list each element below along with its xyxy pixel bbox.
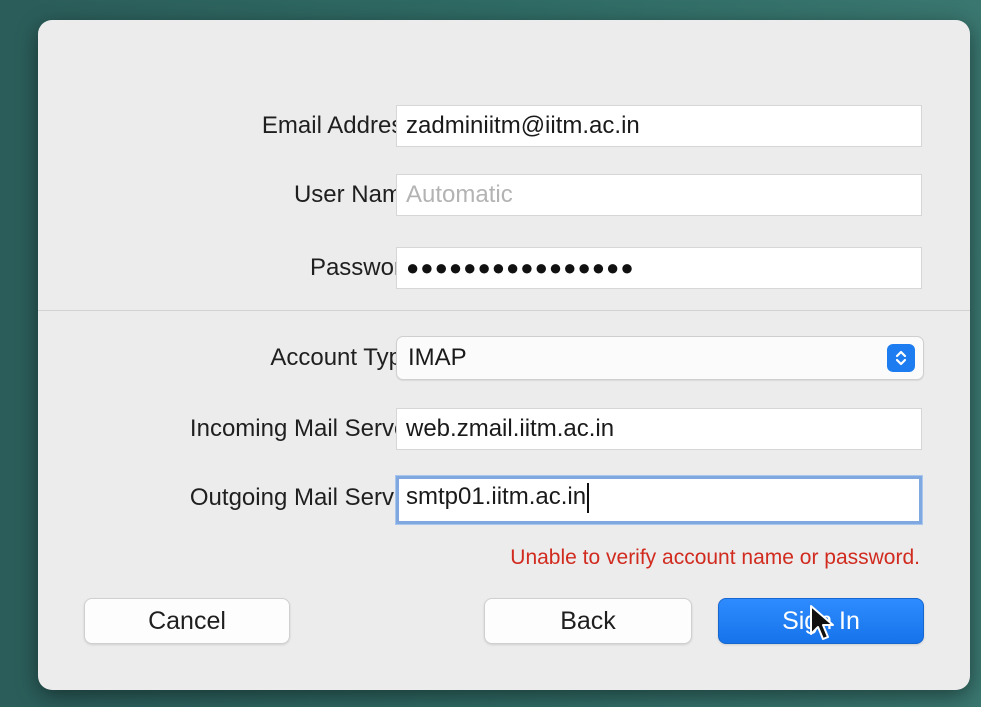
cancel-button[interactable]: Cancel	[84, 598, 290, 644]
sign-in-button[interactable]: Sign In	[718, 598, 924, 644]
username-row: User Name: Automatic	[38, 173, 970, 217]
username-field[interactable]: Automatic	[396, 174, 922, 216]
error-message: Unable to verify account name or passwor…	[510, 546, 920, 569]
text-caret	[587, 482, 590, 513]
email-row: Email Address: zadminiitm@iitm.ac.in	[38, 104, 970, 148]
account-type-row: Account Type: IMAP	[38, 336, 970, 380]
incoming-server-label: Incoming Mail Server:	[189, 415, 422, 442]
back-button[interactable]: Back	[484, 598, 692, 644]
email-field[interactable]: zadminiitm@iitm.ac.in	[396, 105, 922, 147]
outgoing-server-value: smtp01.iitm.ac.in	[406, 483, 587, 510]
account-setup-sheet: Email Address: zadminiitm@iitm.ac.in Use…	[38, 20, 970, 690]
password-row: Password: ●●●●●●●●●●●●●●●●	[38, 246, 970, 290]
outgoing-server-row: Outgoing Mail Server: smtp01.iitm.ac.in	[38, 476, 970, 524]
section-divider	[38, 310, 970, 311]
chevron-up-down-icon[interactable]	[887, 344, 915, 372]
password-field[interactable]: ●●●●●●●●●●●●●●●●	[396, 247, 922, 289]
outgoing-server-field[interactable]: smtp01.iitm.ac.in	[396, 476, 922, 524]
incoming-server-field[interactable]: web.zmail.iitm.ac.in	[396, 408, 922, 450]
account-type-select[interactable]: IMAP	[396, 336, 924, 380]
account-type-value: IMAP	[408, 344, 467, 371]
outgoing-server-label: Outgoing Mail Server:	[189, 484, 422, 511]
incoming-server-row: Incoming Mail Server: web.zmail.iitm.ac.…	[38, 407, 970, 451]
